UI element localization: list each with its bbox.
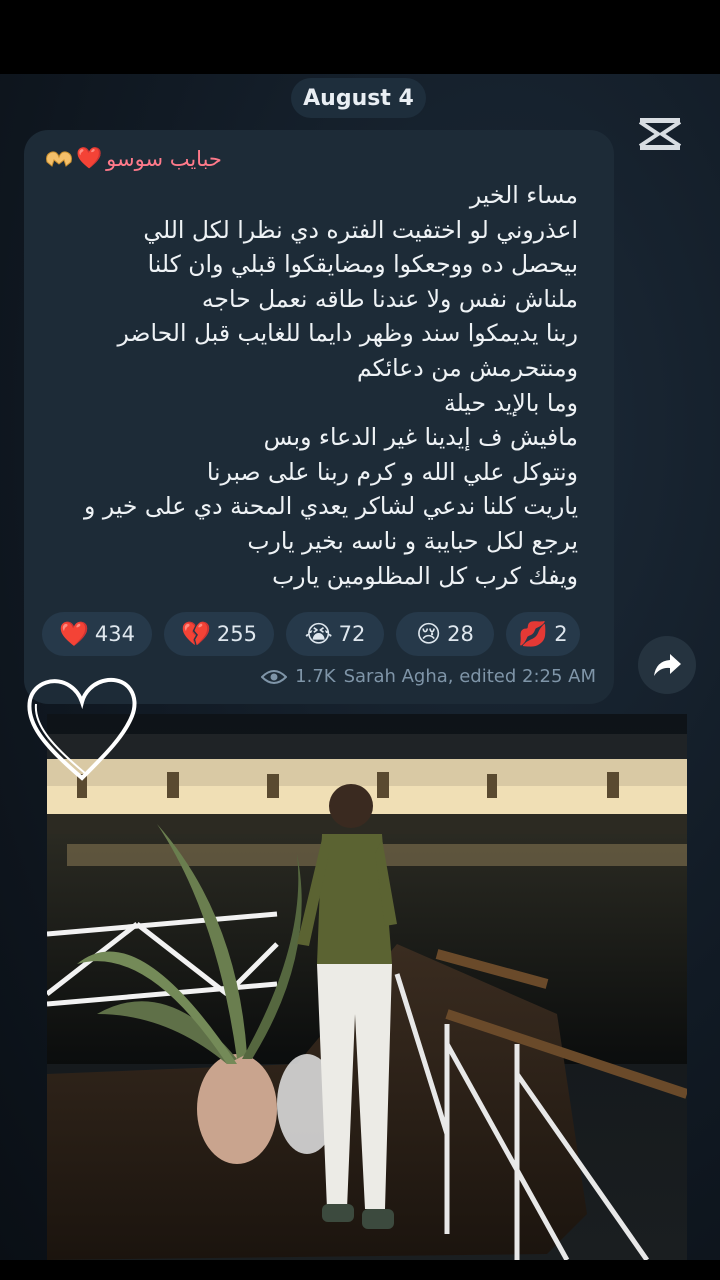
- view-count: 1.7K: [295, 666, 336, 687]
- message-line: ياريت كلنا ندعي لشاكر يعدي المحنة دي على…: [84, 492, 578, 521]
- date-separator-chip: August 4: [291, 78, 426, 118]
- heart-hands-icon: [46, 150, 72, 167]
- message-line: اعذروني لو اختفيت الفتره دي نظرا لكل الل…: [143, 215, 578, 244]
- eye-icon: [261, 669, 288, 684]
- reaction-count: 28: [447, 622, 474, 646]
- message-text: مساء الخير اعذروني لو اختفيت الفتره دي ن…: [38, 178, 578, 593]
- loudly-crying-face-icon: 😭: [304, 620, 333, 648]
- reaction-count: 255: [216, 622, 257, 646]
- post-signature: Sarah Agha, edited 2:25 AM: [343, 666, 596, 687]
- reaction-count: 434: [94, 622, 135, 646]
- outline-heart-icon: [27, 677, 137, 781]
- reaction-count: 72: [338, 622, 366, 646]
- reaction-crying-face[interactable]: 😢 28: [396, 612, 494, 656]
- broken-heart-icon: 💔: [181, 620, 211, 648]
- message-sender[interactable]: حبايب سوسو ❤️: [44, 146, 222, 171]
- telegram-channel-view: August 4 حبايب سوسو ❤️ مساء الخير اعذرون…: [0, 74, 720, 1260]
- message-line: ملناش نفس ولا عندنا طاقه نعمل حاجه: [201, 284, 578, 313]
- reaction-broken-heart[interactable]: 💔 255: [164, 612, 274, 656]
- message-line: وما بالإيد حيلة: [443, 388, 578, 417]
- message-line: ونتوكل علي الله و كرم ربنا على صبرنا: [206, 457, 578, 486]
- channel-message-bubble[interactable]: حبايب سوسو ❤️ مساء الخير اعذروني لو اختف…: [24, 130, 614, 704]
- share-arrow-icon: [654, 654, 681, 676]
- reaction-loudly-crying[interactable]: 😭 72: [286, 612, 384, 656]
- capcut-logo-icon: [638, 118, 682, 150]
- message-line: ويفك كرب كل المظلومين يارب: [272, 561, 578, 590]
- reaction-kiss-mark[interactable]: 💋 2: [506, 612, 580, 656]
- red-heart-icon: ❤️: [76, 146, 103, 170]
- message-meta: 1.7K Sarah Agha, edited 2:25 AM: [261, 666, 596, 687]
- photo-scene: [47, 714, 687, 1260]
- crying-face-icon: 😢: [416, 620, 442, 648]
- message-line: ومنتحرمش من دعائكم: [356, 353, 578, 382]
- message-line: ربنا يديمكوا سند وظهر دايما للغايب قبل ا…: [117, 319, 578, 348]
- attached-photo[interactable]: [47, 714, 687, 1260]
- red-heart-icon: ❤️: [59, 620, 89, 648]
- sender-emoji-group: ❤️: [44, 146, 102, 171]
- message-line: بيحصل ده ووجعكوا ومضايقكوا قبلي وان كلنا: [147, 250, 578, 279]
- message-line: مافيش ف إيدينا غير الدعاء وبس: [263, 423, 578, 452]
- kiss-mark-icon: 💋: [518, 620, 549, 648]
- reaction-red-heart[interactable]: ❤️ 434: [42, 612, 152, 656]
- reaction-count: 2: [554, 622, 568, 646]
- sender-name: حبايب سوسو: [106, 146, 222, 171]
- reactions-bar: ❤️ 434 💔 255 😭 72 😢 28 💋 2: [42, 612, 580, 660]
- share-button[interactable]: [638, 636, 696, 694]
- message-line: مساء الخير: [469, 181, 578, 209]
- message-line: يرجع لكل حبايبة و ناسه بخير يارب: [247, 526, 578, 555]
